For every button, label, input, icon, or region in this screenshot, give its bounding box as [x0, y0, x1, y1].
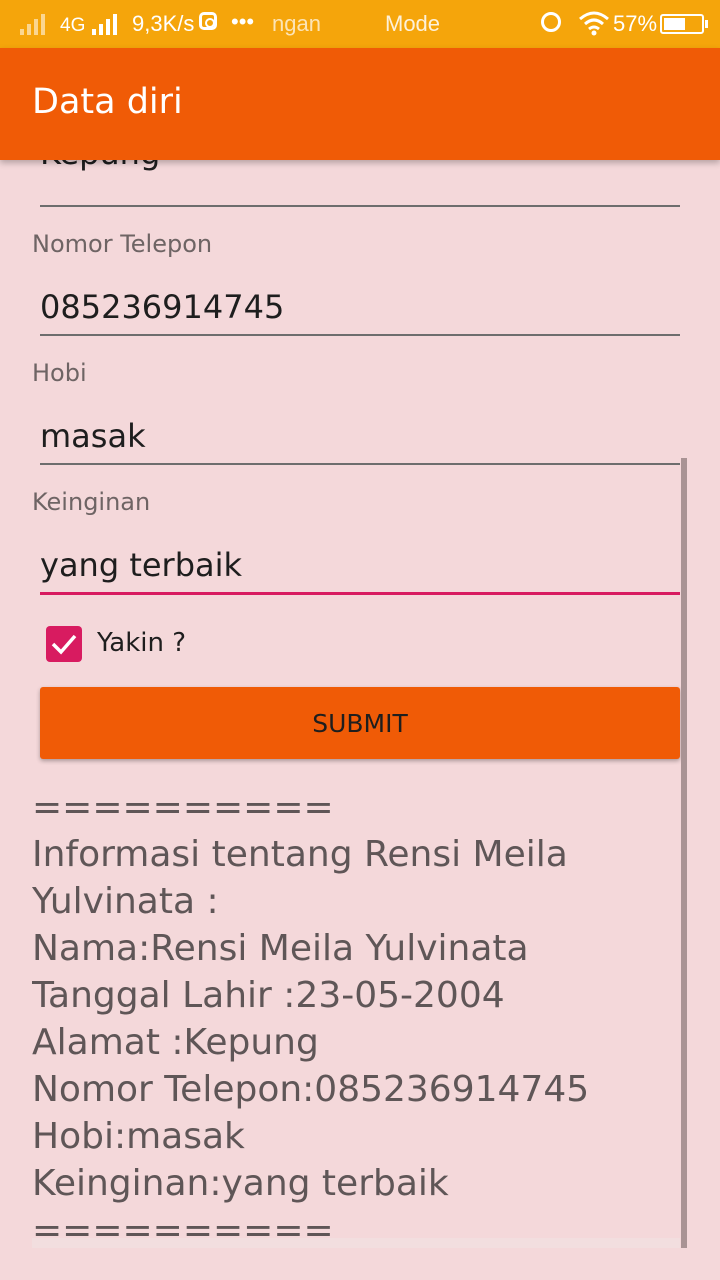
output-line: Informasi tentang Rensi Meila	[32, 834, 568, 875]
hobby-field-underline	[40, 463, 680, 465]
output-line: Hobi:masak	[32, 1116, 245, 1157]
signal-strength-icon-sim2	[92, 13, 117, 35]
wish-label: Keinginan	[32, 488, 151, 516]
output-line: Nomor Telepon:085236914745	[32, 1069, 590, 1110]
battery-icon	[660, 14, 708, 34]
instagram-icon	[199, 12, 217, 30]
address-field[interactable]: Kepung	[40, 160, 680, 200]
wish-field[interactable]: yang terbaik	[40, 546, 242, 584]
confirm-checkbox[interactable]	[46, 626, 82, 662]
output-text: ========== Informasi tentang Rensi Meila…	[32, 784, 684, 1246]
phone-label: Nomor Telepon	[32, 230, 213, 258]
output-line: Tanggal Lahir :23-05-2004	[32, 975, 505, 1016]
output-line: ==========	[32, 787, 334, 828]
phone-field[interactable]: 085236914745	[40, 288, 284, 326]
page-title: Data diri	[32, 82, 183, 122]
app-bar: Data diri	[0, 48, 720, 160]
confirm-label[interactable]: Yakin ?	[97, 628, 186, 658]
output-line: Nama:Rensi Meila Yulvinata	[32, 928, 529, 969]
hobby-field[interactable]: masak	[40, 417, 146, 455]
scrollbar[interactable]	[681, 458, 687, 1248]
output-line: Alamat :Kepung	[32, 1022, 319, 1063]
address-field-value: Kepung	[40, 160, 160, 172]
phone-field-underline	[40, 334, 680, 336]
submit-button[interactable]: SUBMIT	[40, 687, 680, 759]
output-line: Keinginan:yang terbaik	[32, 1163, 449, 1204]
output-line: Yulvinata :	[32, 881, 219, 922]
network-type: 4G	[60, 15, 86, 36]
status-bar: 4G 9,3K/s ••• ngan Mode 57%	[0, 0, 720, 48]
alarm-icon	[541, 12, 561, 32]
address-field-underline	[40, 205, 680, 207]
wifi-icon	[579, 11, 609, 36]
signal-strength-icon-sim1	[20, 13, 45, 35]
more-notifications-icon: •••	[231, 9, 255, 34]
output-bottom-edge	[32, 1238, 680, 1248]
form-scroll-area[interactable]: Kepung Nomor Telepon 085236914745 Hobi m…	[0, 160, 720, 1280]
ticker-text-2: Mode	[385, 11, 441, 36]
hobby-label: Hobi	[32, 359, 87, 387]
battery-percent: 57%	[613, 11, 658, 36]
checkmark-icon	[51, 634, 77, 655]
wish-field-underline	[40, 592, 680, 595]
network-speed: 9,3K/s	[132, 11, 195, 36]
ticker-text-1: ngan	[272, 11, 321, 36]
